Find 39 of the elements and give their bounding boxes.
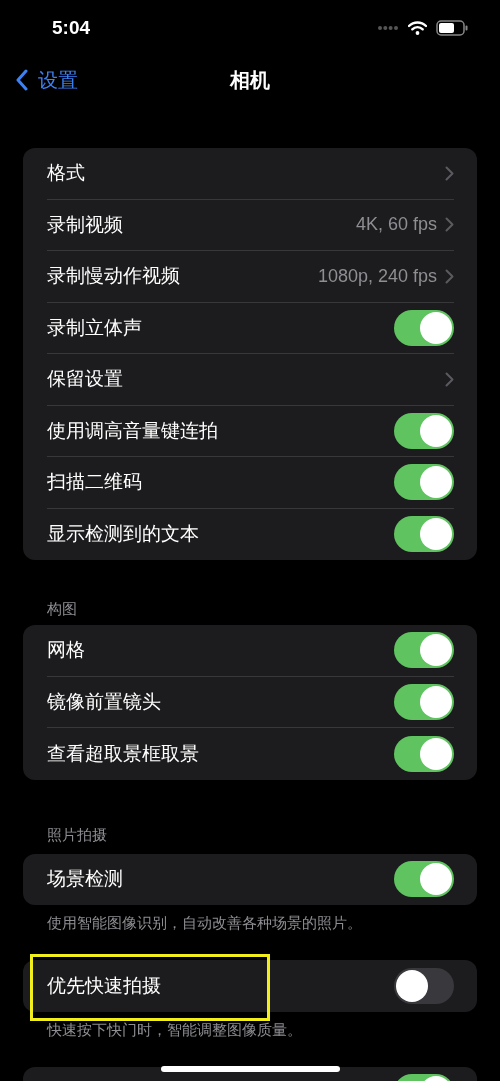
toggle-switch[interactable] [394,967,454,1004]
section-header: 照片拍摄 [47,825,107,843]
toggle-switch[interactable] [394,683,454,720]
toggle-switch[interactable] [394,861,454,898]
setting-label: 使用调高音量键连拍 [47,418,219,443]
setting-label: 查看超取景框取景 [47,741,200,766]
setting-label: 录制视频 [47,212,124,237]
signal-dots-icon [378,26,398,30]
setting-label: 场景检测 [47,867,124,891]
chevron-right-icon[interactable] [445,268,454,284]
section-header: 构图 [47,600,77,617]
toggle-switch[interactable] [394,516,454,553]
toggle-switch[interactable] [394,735,454,772]
chevron-right-icon[interactable] [445,371,454,387]
battery-icon [436,20,468,36]
status-time: 5:04 [52,15,92,40]
toggle-switch[interactable] [394,412,454,449]
setting-label: 扫描二维码 [47,470,143,494]
setting-label: 录制慢动作视频 [47,264,181,288]
setting-label: 保留设置 [47,367,124,391]
chevron-right-icon[interactable] [445,217,454,233]
page-title: 相机 [230,68,270,93]
setting-value: 4K, 60 fps [355,213,437,237]
back-button[interactable]: 设置 [0,65,78,95]
setting-label: 格式 [47,161,86,185]
setting-label: 优先快速拍摄 [47,973,162,998]
chevron-right-icon[interactable] [445,165,454,181]
section-footer: 快速按下快门时，智能调整图像质量。 [47,1020,302,1038]
setting-label: 显示检测到的文本 [47,522,200,546]
setting-value: 1080p, 240 fps [317,264,437,288]
setting-label: 网格 [47,638,86,662]
toggle-switch[interactable] [394,464,454,501]
back-chevron-icon[interactable] [15,69,28,91]
setting-label: 录制立体声 [47,315,143,340]
toggle-switch[interactable] [394,632,454,669]
toggle-switch[interactable] [394,309,454,346]
setting-label: 镜像前置镜头 [47,689,162,714]
wifi-icon [408,21,427,35]
section-footer: 使用智能图像识别，自动改善各种场景的照片。 [47,914,362,931]
